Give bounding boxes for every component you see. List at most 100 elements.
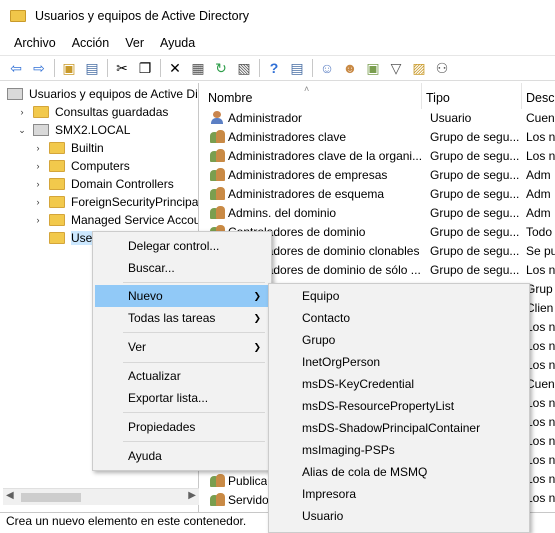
submenu-item-msds-keycredential[interactable]: msDS-KeyCredential (271, 373, 527, 395)
submenu-item-msimaging-psps[interactable]: msImaging-PSPs (271, 439, 527, 461)
back-arrow-icon[interactable]: ⇦ (5, 57, 27, 79)
collapse-chevron-icon[interactable]: ⌄ (17, 125, 27, 136)
menu-accion[interactable]: Acción (64, 33, 118, 53)
table-row[interactable]: Administradores de esquema Grupo de segu.… (204, 185, 555, 204)
table-row[interactable]: Servido (204, 491, 269, 510)
export-icon[interactable]: ▧ (233, 57, 255, 79)
submenu-item-msds-resourcepropertylist[interactable]: msDS-ResourcePropertyList (271, 395, 527, 417)
tree-root[interactable]: Usuarios y equipos de Active Dir (7, 85, 198, 103)
toolbar-separator (54, 59, 55, 77)
scroll-left-icon[interactable]: ◀ (6, 490, 14, 501)
console-icon[interactable]: ▤ (286, 57, 308, 79)
expand-chevron-icon[interactable]: › (33, 197, 43, 207)
row-type: Grupo de segu... (430, 187, 520, 201)
tree-item-saved-queries[interactable]: › Consultas guardadas (17, 103, 169, 121)
row-description: Los n (526, 396, 555, 410)
menu-item-buscar[interactable]: Buscar... (95, 257, 269, 279)
find-icon[interactable]: ▨ (408, 57, 430, 79)
submenu-item-msds-shadowprincipalcontainer[interactable]: msDS-ShadowPrincipalContainer (271, 417, 527, 439)
row-description: Los n (526, 472, 555, 486)
new-group-icon[interactable]: ☻ (339, 57, 361, 79)
up-folder-icon[interactable]: ▣ (58, 57, 80, 79)
tree-item-users[interactable]: User (49, 229, 97, 247)
submenu-item-equipo[interactable]: Equipo (271, 285, 527, 307)
filter-icon[interactable]: ▽ (385, 57, 407, 79)
menu-item-todas-las-tareas[interactable]: Todas las tareas ❯ (95, 307, 269, 329)
menu-item-label: Nuevo (128, 289, 163, 303)
submenu-item-inetorgperson[interactable]: InetOrgPerson (271, 351, 527, 373)
tree-item-domain-controllers[interactable]: › Domain Controllers (33, 175, 174, 193)
tree-item-foreign-security[interactable]: › ForeignSecurityPrincipals (33, 193, 199, 211)
table-row[interactable]: Admins. del dominio Grupo de segu... Adm (204, 204, 555, 223)
submenu-item-alias-msmq[interactable]: Alias de cola de MSMQ (271, 461, 527, 483)
cut-icon[interactable]: ✂ (111, 57, 133, 79)
new-user-icon[interactable]: ☺ (316, 57, 338, 79)
group-icon (210, 474, 226, 488)
menu-item-actualizar[interactable]: Actualizar (95, 365, 269, 387)
tree-item-domain[interactable]: ⌄ SMX2.LOCAL (17, 121, 130, 139)
title-bar: Usuarios y equipos de Active Directory (0, 0, 555, 31)
row-description: Los n (526, 320, 555, 334)
table-row[interactable]: Administradores clave Grupo de segu... Los… (204, 128, 555, 147)
row-type: Usuario (430, 111, 472, 125)
menu-item-propiedades[interactable]: Propiedades (95, 416, 269, 438)
menu-item-ver[interactable]: Ver ❯ (95, 336, 269, 358)
expand-chevron-icon[interactable]: › (33, 143, 43, 153)
submenu-item-grupo[interactable]: Grupo (271, 329, 527, 351)
help-icon[interactable]: ? (263, 57, 285, 79)
menu-ayuda[interactable]: Ayuda (152, 33, 203, 53)
column-header-name[interactable]: Nombre (204, 83, 422, 109)
tree-horizontal-scrollbar[interactable]: ◀ ▶ (3, 488, 199, 505)
toolbar: ⇦ ⇨ ▣ ▤ ✂ ❐ ✕ ▦ ↻ ▧ ? ▤ ☺ ☻ ▣ ▽ ▨ ⚇ (0, 55, 555, 81)
forward-arrow-icon[interactable]: ⇨ (28, 57, 50, 79)
menu-item-exportar-lista[interactable]: Exportar lista... (95, 387, 269, 409)
refresh-icon[interactable]: ↻ (210, 57, 232, 79)
show-tree-icon[interactable]: ▤ (81, 57, 103, 79)
table-row[interactable]: Administradores clave de la organi... Gru… (204, 147, 555, 166)
add-to-group-icon[interactable]: ⚇ (431, 57, 453, 79)
table-row[interactable]: Publica (204, 472, 268, 491)
group-icon (210, 130, 226, 144)
domain-icon (33, 124, 49, 136)
tree-item-builtin[interactable]: › Builtin (33, 139, 104, 157)
submenu-item-contacto[interactable]: Contacto (271, 307, 527, 329)
expand-chevron-icon[interactable]: › (33, 179, 43, 189)
menu-item-label: Ver (128, 340, 147, 354)
row-name: Administradores de empresas (228, 168, 388, 182)
scroll-right-icon[interactable]: ▶ (188, 490, 196, 501)
scrollbar-thumb[interactable] (21, 493, 81, 502)
row-description: Cuen (526, 377, 555, 391)
menu-item-ayuda[interactable]: Ayuda (95, 445, 269, 467)
tree-item-label: SMX2.LOCAL (55, 123, 131, 137)
expand-chevron-icon[interactable]: › (17, 107, 27, 117)
expand-chevron-icon[interactable]: › (33, 161, 43, 171)
row-description: Los n (526, 434, 555, 448)
tree-item-managed-service[interactable]: › Managed Service Accour (33, 211, 199, 229)
menu-item-delegar-control[interactable]: Delegar control... (95, 235, 269, 257)
menu-archivo[interactable]: Archivo (6, 33, 64, 53)
submenu-nuevo: Equipo Contacto Grupo InetOrgPerson msDS… (268, 283, 530, 533)
row-description: Los n (526, 415, 555, 429)
tree-item-label: Computers (71, 159, 130, 173)
column-header-desc[interactable]: Desc (522, 83, 555, 109)
menu-separator (123, 332, 265, 333)
menu-ver[interactable]: Ver (117, 33, 152, 53)
delete-icon[interactable]: ✕ (164, 57, 186, 79)
table-row[interactable]: Administrador Usuario Cuen (204, 109, 555, 128)
menu-separator (123, 441, 265, 442)
column-header-type[interactable]: Tipo (422, 83, 522, 109)
row-description: Los n (526, 263, 555, 277)
submenu-item-impresora[interactable]: Impresora (271, 483, 527, 505)
expand-chevron-icon[interactable]: › (33, 215, 43, 225)
table-row[interactable]: Administradores de empresas Grupo de segu… (204, 166, 555, 185)
menu-item-nuevo[interactable]: Nuevo ❯ (95, 285, 269, 307)
row-description: Los n (526, 453, 555, 467)
properties-icon[interactable]: ▦ (187, 57, 209, 79)
folder-icon (33, 106, 49, 118)
copy-icon[interactable]: ❐ (134, 57, 156, 79)
tree-item-computers[interactable]: › Computers (33, 157, 130, 175)
submenu-arrow-icon: ❯ (253, 291, 261, 301)
new-ou-icon[interactable]: ▣ (362, 57, 384, 79)
submenu-item-usuario[interactable]: Usuario (271, 505, 527, 527)
tree-item-label: Consultas guardadas (55, 105, 169, 119)
